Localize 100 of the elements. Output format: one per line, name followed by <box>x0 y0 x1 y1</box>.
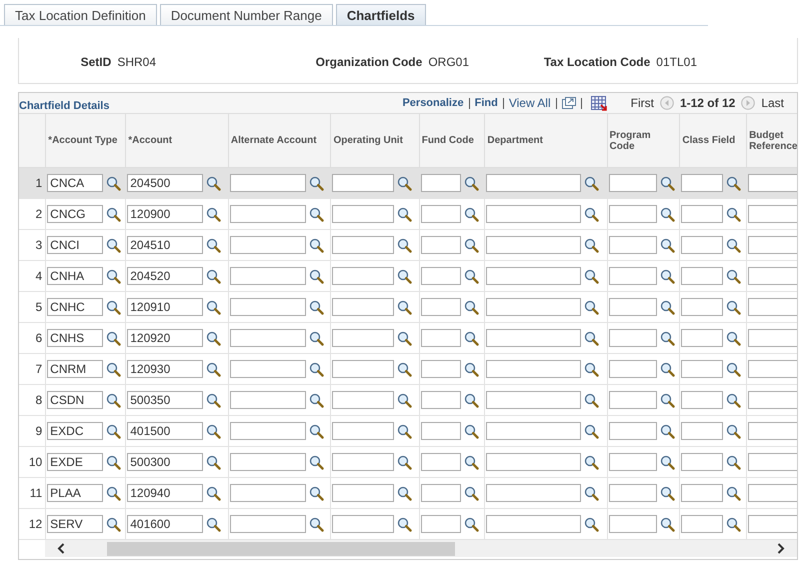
search-icon[interactable] <box>660 300 675 315</box>
grid-download-icon[interactable] <box>590 96 607 111</box>
search-icon[interactable] <box>397 486 412 501</box>
search-icon[interactable] <box>106 454 122 470</box>
input-field[interactable] <box>486 484 582 502</box>
input-field[interactable] <box>748 205 797 224</box>
input-field[interactable]: CNCG <box>47 205 104 224</box>
search-icon[interactable] <box>726 238 742 253</box>
input-field[interactable] <box>230 360 306 378</box>
input-field[interactable] <box>230 453 306 472</box>
input-field[interactable] <box>681 174 724 192</box>
search-icon[interactable] <box>584 516 600 532</box>
search-icon[interactable] <box>726 486 742 501</box>
input-field[interactable] <box>230 174 306 192</box>
input-field[interactable] <box>681 236 724 254</box>
input-field[interactable]: EXDC <box>47 422 104 440</box>
search-icon[interactable] <box>726 454 742 470</box>
search-icon[interactable] <box>464 176 479 191</box>
input-field[interactable] <box>230 236 306 254</box>
input-field[interactable] <box>608 515 657 534</box>
input-field[interactable] <box>748 391 797 410</box>
search-icon[interactable] <box>206 362 222 377</box>
search-icon[interactable] <box>464 516 479 532</box>
input-field[interactable] <box>748 360 797 378</box>
input-field[interactable] <box>748 329 797 348</box>
input-field[interactable] <box>608 174 657 192</box>
input-field[interactable] <box>681 298 724 316</box>
input-field[interactable]: CNHA <box>47 267 104 286</box>
input-field[interactable] <box>332 298 394 316</box>
input-field[interactable] <box>332 484 394 502</box>
input-field[interactable] <box>681 329 724 348</box>
input-field[interactable] <box>332 422 394 440</box>
search-icon[interactable] <box>397 454 412 470</box>
input-field[interactable] <box>748 453 797 472</box>
input-field[interactable] <box>748 515 797 534</box>
input-field[interactable]: EXDE <box>47 453 104 472</box>
search-icon[interactable] <box>660 454 675 470</box>
new-window-icon[interactable] <box>562 97 576 110</box>
search-icon[interactable] <box>726 424 742 439</box>
search-icon[interactable] <box>464 362 479 377</box>
search-icon[interactable] <box>464 486 479 501</box>
search-icon[interactable] <box>726 176 742 191</box>
search-icon[interactable] <box>584 454 600 470</box>
input-field[interactable] <box>332 174 394 192</box>
search-icon[interactable] <box>464 238 479 253</box>
input-field[interactable] <box>420 174 461 192</box>
search-icon[interactable] <box>584 206 600 222</box>
input-field[interactable] <box>332 360 394 378</box>
input-field[interactable] <box>486 174 582 192</box>
input-field[interactable] <box>608 360 657 378</box>
input-field[interactable] <box>748 236 797 254</box>
input-field[interactable] <box>420 422 461 440</box>
first-link[interactable]: First <box>630 96 654 110</box>
search-icon[interactable] <box>308 362 324 377</box>
input-field[interactable] <box>748 174 797 192</box>
input-field[interactable] <box>230 391 306 410</box>
search-icon[interactable] <box>726 330 742 346</box>
chevron-left-icon[interactable] <box>57 543 65 554</box>
search-icon[interactable] <box>397 206 412 222</box>
input-field[interactable] <box>230 298 306 316</box>
search-icon[interactable] <box>206 206 222 222</box>
input-field[interactable] <box>608 453 657 472</box>
input-field[interactable]: CNCI <box>47 236 104 254</box>
input-field[interactable]: 500350 <box>127 391 204 410</box>
search-icon[interactable] <box>106 516 122 532</box>
search-icon[interactable] <box>660 516 675 532</box>
input-field[interactable] <box>230 267 306 286</box>
search-icon[interactable] <box>106 238 122 253</box>
search-icon[interactable] <box>726 300 742 315</box>
search-icon[interactable] <box>660 392 675 408</box>
input-field[interactable]: 120900 <box>127 205 204 224</box>
chevron-right-icon[interactable] <box>777 543 785 554</box>
input-field[interactable] <box>608 391 657 410</box>
search-icon[interactable] <box>584 392 600 408</box>
input-field[interactable]: CNRM <box>47 360 104 378</box>
scrollbar-thumb[interactable] <box>107 542 455 556</box>
input-field[interactable]: CNCA <box>47 174 104 192</box>
search-icon[interactable] <box>464 300 479 315</box>
search-icon[interactable] <box>308 238 324 253</box>
search-icon[interactable] <box>206 238 222 253</box>
search-icon[interactable] <box>308 486 324 501</box>
input-field[interactable] <box>748 267 797 286</box>
search-icon[interactable] <box>106 300 122 315</box>
search-icon[interactable] <box>464 392 479 408</box>
input-field[interactable] <box>748 298 797 316</box>
input-field[interactable] <box>332 205 394 224</box>
input-field[interactable] <box>230 484 306 502</box>
input-field[interactable]: 120930 <box>127 360 204 378</box>
input-field[interactable]: 500300 <box>127 453 204 472</box>
search-icon[interactable] <box>726 516 742 532</box>
search-icon[interactable] <box>106 176 122 191</box>
input-field[interactable] <box>681 391 724 410</box>
search-icon[interactable] <box>726 362 742 377</box>
toolbar-link[interactable]: View All <box>508 96 551 110</box>
input-field[interactable] <box>420 236 461 254</box>
search-icon[interactable] <box>106 392 122 408</box>
search-icon[interactable] <box>584 300 600 315</box>
search-icon[interactable] <box>660 206 675 222</box>
input-field[interactable] <box>608 298 657 316</box>
input-field[interactable] <box>681 484 724 502</box>
